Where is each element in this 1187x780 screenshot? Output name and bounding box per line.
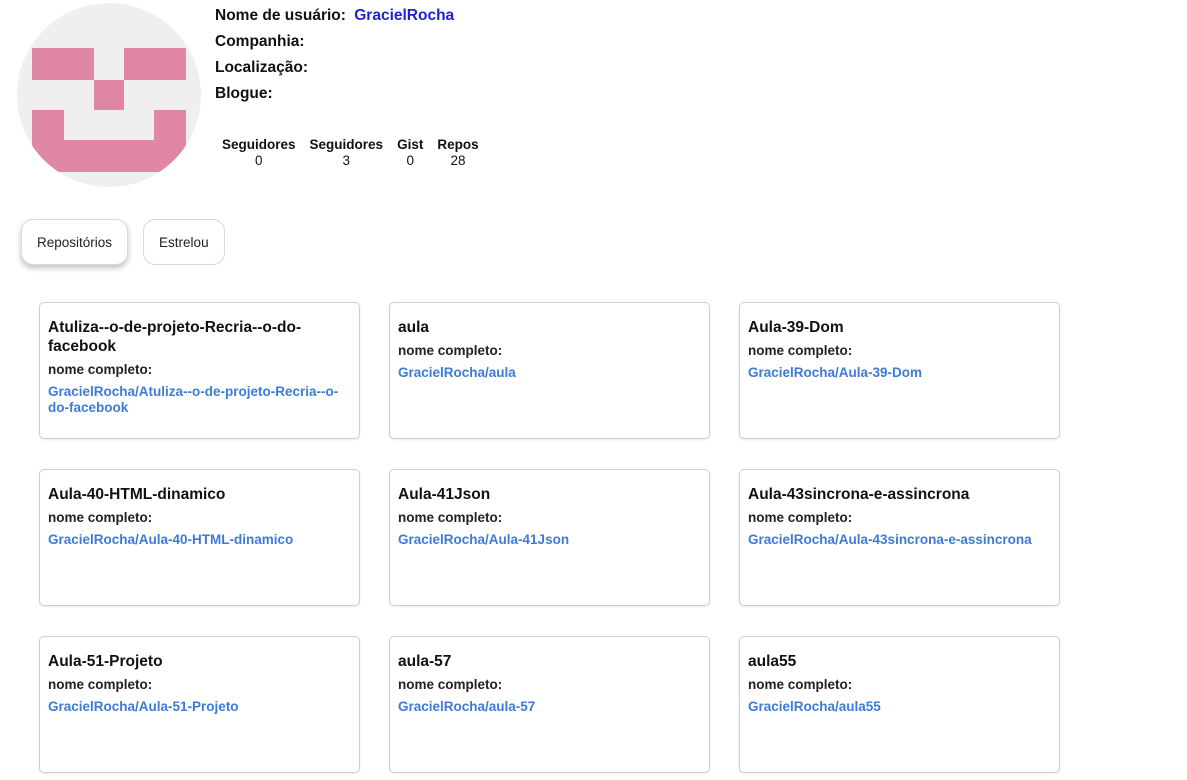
- location-label: Localização:: [215, 59, 309, 76]
- repo-name: aula55: [748, 653, 797, 670]
- repo-name: Aula-39-Dom: [748, 319, 844, 336]
- repo-link[interactable]: GracielRocha/aula55: [748, 699, 1051, 715]
- repo-card: Aula-39-Dom nome completo: GracielRocha/…: [739, 302, 1060, 439]
- username-row: Nome de usuário: GracielRocha: [215, 3, 454, 29]
- blog-label: Blogue:: [215, 85, 273, 102]
- location-row: Localização:: [215, 55, 454, 81]
- repo-card: aula nome completo: GracielRocha/aula: [389, 302, 710, 439]
- stat-followers: Seguidores 0: [222, 137, 296, 169]
- tab-repositories[interactable]: Repositórios: [21, 219, 129, 265]
- username-value: GracielRocha: [354, 7, 455, 24]
- repo-card: aula-57 nome completo: GracielRocha/aula…: [389, 636, 710, 773]
- repo-name: Aula-43sincrona-e-assincrona: [748, 486, 970, 503]
- avatar: [17, 3, 201, 187]
- repo-fullname-label: nome completo:: [398, 677, 503, 692]
- repo-name: aula-57: [398, 653, 452, 670]
- repo-link[interactable]: GracielRocha/Aula-51-Projeto: [48, 699, 351, 715]
- repo-fullname-label: nome completo:: [748, 510, 853, 525]
- profile-info: Nome de usuário: GracielRocha Companhia:…: [215, 3, 454, 107]
- repo-grid: Atuliza--o-de-projeto-Recria--o-do-faceb…: [39, 302, 1060, 773]
- repo-fullname-label: nome completo:: [48, 510, 153, 525]
- stat-label: Seguidores: [309, 137, 384, 152]
- repo-name: aula: [398, 319, 430, 336]
- repo-card: Aula-40-HTML-dinamico nome completo: Gra…: [39, 469, 360, 606]
- repo-link[interactable]: GracielRocha/Aula-43sincrona-e-assincron…: [748, 532, 1051, 548]
- repo-fullname-label: nome completo:: [748, 677, 853, 692]
- repo-card: aula55 nome completo: GracielRocha/aula5…: [739, 636, 1060, 773]
- stat-following: Seguidores 3: [310, 137, 384, 169]
- stat-gists: Gist 0: [397, 137, 423, 169]
- company-label: Companhia:: [215, 33, 305, 50]
- repo-card: Atuliza--o-de-projeto-Recria--o-do-faceb…: [39, 302, 360, 439]
- repo-link[interactable]: GracielRocha/Aula-41Json: [398, 532, 701, 548]
- repo-name: Atuliza--o-de-projeto-Recria--o-do-faceb…: [48, 319, 302, 355]
- profile-stats: Seguidores 0 Seguidores 3 Gist 0 Repos 2…: [222, 137, 479, 169]
- repo-name: Aula-41Json: [398, 486, 491, 503]
- stat-value: 28: [450, 153, 466, 168]
- repo-fullname-label: nome completo:: [748, 343, 853, 358]
- stat-label: Seguidores: [222, 137, 296, 152]
- repo-link[interactable]: GracielRocha/Aula-39-Dom: [748, 365, 1051, 381]
- repo-fullname-label: nome completo:: [48, 362, 153, 377]
- stat-label: Gist: [397, 137, 424, 152]
- profile-page: Nome de usuário: GracielRocha Companhia:…: [0, 0, 1187, 780]
- repo-card: Aula-41Json nome completo: GracielRocha/…: [389, 469, 710, 606]
- repo-fullname-label: nome completo:: [48, 677, 153, 692]
- username-label: Nome de usuário:: [215, 7, 346, 24]
- company-row: Companhia:: [215, 29, 454, 55]
- repo-card: Aula-43sincrona-e-assincrona nome comple…: [739, 469, 1060, 606]
- repo-name: Aula-51-Projeto: [48, 653, 163, 670]
- repo-name: Aula-40-HTML-dinamico: [48, 486, 226, 503]
- tab-bar: Repositórios Estrelou: [21, 219, 225, 265]
- repo-link[interactable]: GracielRocha/Atuliza--o-de-projeto-Recri…: [48, 384, 351, 416]
- repo-fullname-label: nome completo:: [398, 343, 503, 358]
- repo-link[interactable]: GracielRocha/aula-57: [398, 699, 701, 715]
- stat-repos: Repos 28: [437, 137, 478, 169]
- repo-card: Aula-51-Projeto nome completo: GracielRo…: [39, 636, 360, 773]
- tab-starred[interactable]: Estrelou: [143, 219, 225, 265]
- stat-value: 0: [406, 153, 414, 168]
- stat-label: Repos: [437, 137, 479, 152]
- blog-row: Blogue:: [215, 81, 454, 107]
- stat-value: 0: [255, 153, 263, 168]
- identicon-image: [32, 48, 186, 172]
- repo-link[interactable]: GracielRocha/aula: [398, 365, 701, 381]
- repo-link[interactable]: GracielRocha/Aula-40-HTML-dinamico: [48, 532, 351, 548]
- stat-value: 3: [342, 153, 351, 168]
- repo-fullname-label: nome completo:: [398, 510, 503, 525]
